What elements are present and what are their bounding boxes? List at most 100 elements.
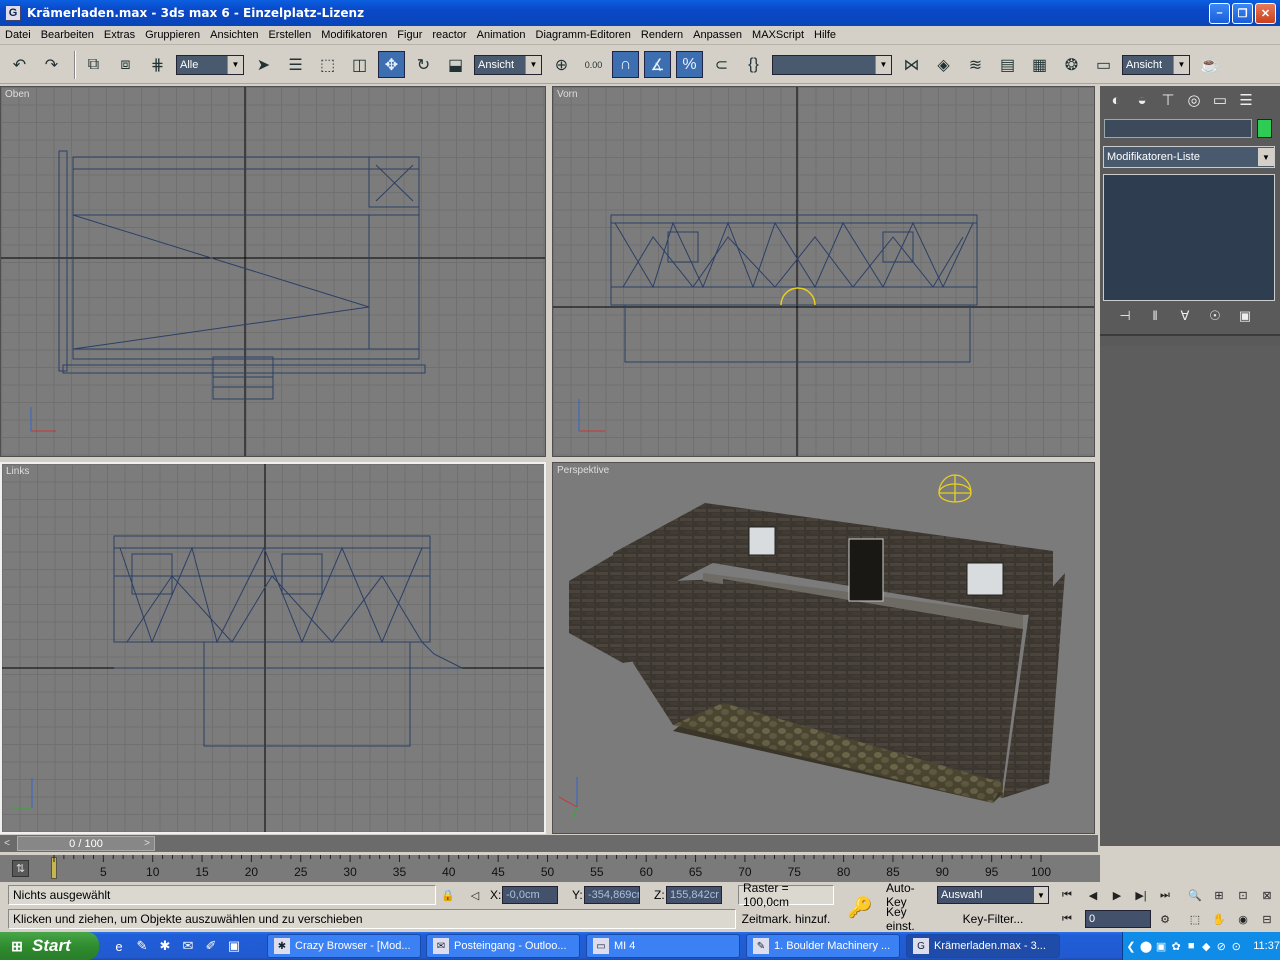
layer-manager-icon[interactable]: ≋ [962,51,989,78]
tray-icon[interactable]: ■ [1184,938,1198,954]
previous-key-icon[interactable]: ◀ [1082,885,1104,905]
add-time-tag-button[interactable]: Zeitmark. hinzuf. [738,909,834,929]
named-selection-dropdown[interactable]: ▼ [772,54,892,75]
schematic-view-icon[interactable]: ▦ [1026,51,1053,78]
reference-coord-dropdown[interactable]: Ansicht ▼ [474,54,542,75]
viewport-top[interactable]: Oben [0,86,546,457]
scale-icon[interactable]: ⬓ [442,51,469,78]
tray-icon[interactable]: ◆ [1199,938,1213,954]
remove-modifier-icon[interactable]: ☉ [1200,308,1230,324]
tray-arrow-icon[interactable]: ❮ [1124,938,1138,954]
task-crazy-browser[interactable]: ✱ Crazy Browser - [Mod... [267,934,421,958]
quicklaunch-icon[interactable]: ✎ [133,937,151,955]
time-slider[interactable]: < 0 / 100 > [0,835,1098,852]
curve-editor-icon[interactable]: ▤ [994,51,1021,78]
mirror-icon[interactable]: ⋈ [898,51,925,78]
menu-hilfe[interactable]: Hilfe [809,29,841,41]
play-icon[interactable]: ▶ [1106,885,1128,905]
menu-diagramm-editoren[interactable]: Diagramm-Editoren [531,29,636,41]
menu-gruppieren[interactable]: Gruppieren [140,29,205,41]
spinner-snap-toggle-icon[interactable]: ⊂ [708,51,735,78]
go-to-start-icon[interactable]: ⏮ [1056,885,1078,905]
pan-hand-icon[interactable]: ✋ [1208,909,1230,929]
zoom-icon[interactable]: 🔍 [1184,885,1206,905]
tray-icon[interactable]: ⊘ [1214,938,1228,954]
rotate-icon[interactable]: ↻ [410,51,437,78]
menu-rendern[interactable]: Rendern [636,29,688,41]
configure-modifier-sets-icon[interactable]: ▣ [1230,308,1260,324]
quicklaunch-icon[interactable]: ✱ [156,937,174,955]
undo-icon[interactable]: ↶ [6,51,33,78]
current-frame-field[interactable]: 0 [1085,910,1151,928]
render-scene-icon[interactable]: ▭ [1090,51,1117,78]
quick-render-icon[interactable]: ☕ [1196,51,1223,78]
task-outlook[interactable]: ✉ Posteingang - Outloo... [426,934,580,958]
task-boulder-machinery[interactable]: ✎ 1. Boulder Machinery ... [746,934,900,958]
snap-magnet-icon[interactable]: ∩ [612,51,639,78]
pivot-center-icon[interactable]: ⊕ [548,51,575,78]
time-slider-thumb[interactable]: 0 / 100 [17,836,155,851]
region-zoom-icon[interactable]: ⬚ [1184,909,1206,929]
unlink-icon[interactable]: ⧈ [112,51,139,78]
menu-bearbeiten[interactable]: Bearbeiten [36,29,99,41]
key-mode-toggle-icon[interactable]: ⏮ [1056,909,1078,929]
redo-icon[interactable]: ↷ [38,51,65,78]
utilities-tab-icon[interactable]: ☰ [1233,88,1259,112]
quicklaunch-icon[interactable]: ▣ [225,937,243,955]
menu-reactor[interactable]: reactor [427,29,471,41]
auto-key-button[interactable]: Auto-Key [886,881,934,909]
spinner-snap-icon[interactable]: 0.00 [580,51,607,78]
bind-spacewarp-icon[interactable]: ⋕ [144,51,171,78]
menu-erstellen[interactable]: Erstellen [263,29,316,41]
minimize-button[interactable]: – [1209,2,1230,24]
menu-ansichten[interactable]: Ansichten [205,29,263,41]
create-tab-icon[interactable]: ◐ [1103,88,1129,112]
time-configuration-icon[interactable]: ⚙ [1154,909,1176,929]
x-coordinate-field[interactable]: -0,0cm [502,886,558,904]
region-select-icon[interactable]: ⬚ [314,51,341,78]
select-arrow-icon[interactable]: ➤ [250,51,277,78]
set-key-button[interactable]: Key einst. [886,905,934,933]
menu-animation[interactable]: Animation [472,29,531,41]
tray-icon[interactable]: ▣ [1154,938,1168,954]
hierarchy-tab-icon[interactable]: ⊤ [1155,88,1181,112]
z-coordinate-field[interactable]: 155,842cr [666,886,722,904]
object-color-swatch[interactable] [1257,119,1272,138]
set-key-icon[interactable]: 🔑 [838,885,882,929]
app-icon[interactable]: G [5,5,21,21]
window-crossing-icon[interactable]: ◫ [346,51,373,78]
viewport-perspective[interactable]: Perspektive [552,462,1095,834]
menu-anpassen[interactable]: Anpassen [688,29,747,41]
render-view-dropdown[interactable]: Ansicht ▼ [1122,54,1190,75]
selection-filter-dropdown[interactable]: Alle ▼ [176,54,244,75]
y-coordinate-field[interactable]: -354,869cr [584,886,640,904]
link-icon[interactable]: ⧉ [80,51,107,78]
start-button[interactable]: ⊞ Start [0,932,99,960]
zoom-all-icon[interactable]: ⊞ [1208,885,1230,905]
task-3dsmax[interactable]: G Krämerladen.max - 3... [906,934,1060,958]
tray-icon[interactable]: ⊙ [1229,938,1243,954]
arc-rotate-icon[interactable]: ◉ [1232,909,1254,929]
zoom-extents-icon[interactable]: ⊡ [1232,885,1254,905]
align-icon[interactable]: ◈ [930,51,957,78]
motion-tab-icon[interactable]: ◎ [1181,88,1207,112]
menu-maxscript[interactable]: MAXScript [747,29,809,41]
lock-selection-icon[interactable]: 🔒 [437,885,459,905]
angle-snap-icon[interactable]: ∡ [644,51,671,78]
modify-tab-icon[interactable]: ◒ [1129,88,1155,112]
show-end-result-icon[interactable]: ‖ [1140,308,1170,324]
tray-icon[interactable]: ✿ [1169,938,1183,954]
menu-figur[interactable]: Figur [392,29,427,41]
display-tab-icon[interactable]: ▭ [1207,88,1233,112]
menu-datei[interactable]: Datei [0,29,36,41]
maximize-viewport-icon[interactable]: ⊟ [1256,909,1278,929]
next-key-icon[interactable]: ▶| [1130,885,1152,905]
object-name-field[interactable] [1104,119,1252,138]
tray-icon[interactable]: ⬤ [1139,938,1153,954]
key-mode-dropdown[interactable]: Auswahl ▼ [937,886,1049,904]
go-to-end-icon[interactable]: ⏭ [1154,885,1176,905]
key-filter-button[interactable]: Key-Filter... [937,909,1049,929]
named-selection-icon[interactable]: {} [740,51,767,78]
select-by-name-icon[interactable]: ☰ [282,51,309,78]
material-editor-icon[interactable]: ❂ [1058,51,1085,78]
